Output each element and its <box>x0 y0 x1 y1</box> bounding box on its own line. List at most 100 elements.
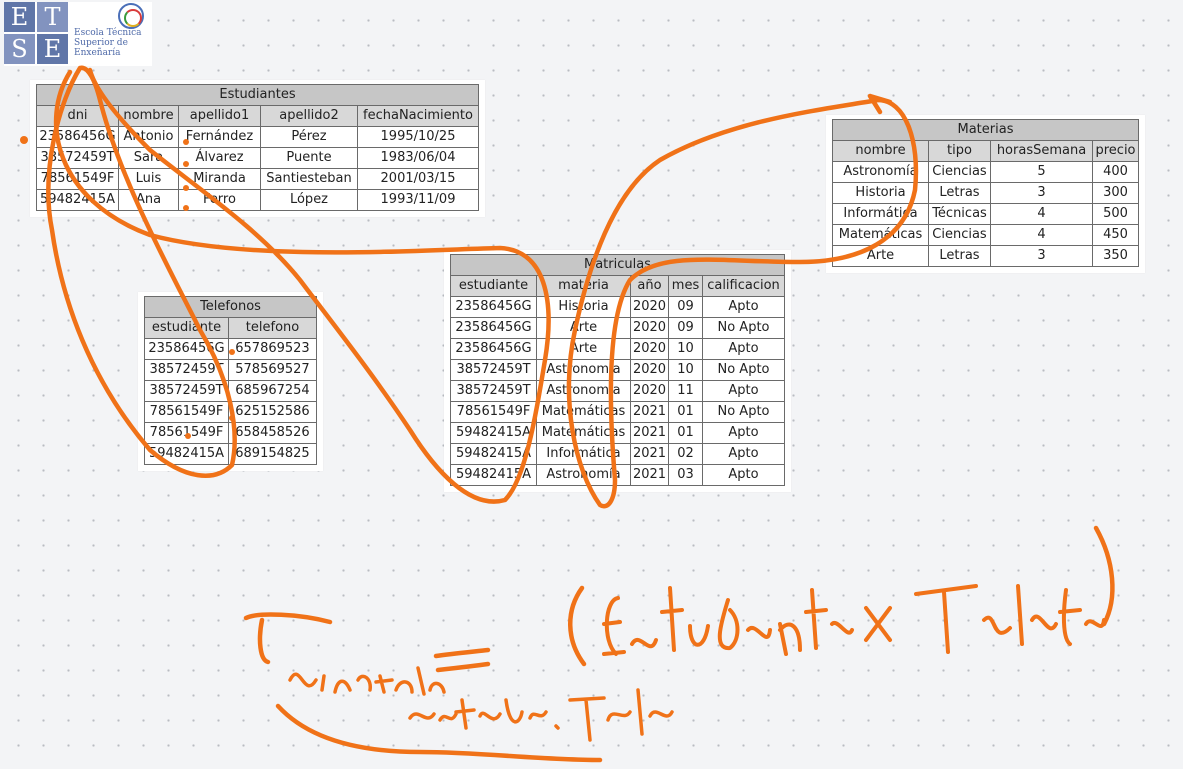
table-cell: 59482415A <box>36 189 119 211</box>
table-row: 23586456G Arte 2020 09 No Apto <box>450 317 785 339</box>
table-cell: 2021 <box>630 443 669 465</box>
table-cell: Apto <box>702 443 785 465</box>
school-name-line: Escola Técnica <box>74 28 142 38</box>
table-row: 38572459T Astronomía 2020 11 Apto <box>450 380 785 402</box>
school-name-line: Superior de <box>74 38 128 48</box>
table-cell: 2020 <box>630 317 669 339</box>
column-header: tipo <box>928 140 991 162</box>
table-cell: Astronomía <box>536 464 631 486</box>
column-header: nombre <box>118 105 179 127</box>
table-cell: López <box>260 189 358 211</box>
table-cell: 59482415A <box>450 464 537 486</box>
table-row: Astronomía Ciencias 5 400 <box>832 161 1139 183</box>
ink-stroke <box>433 647 491 673</box>
materias-table: Materias nombre tipo horasSemana precio … <box>832 119 1139 267</box>
table-cell: 1993/11/09 <box>357 189 479 211</box>
table-cell: Santiesteban <box>260 168 358 190</box>
table-cell: Miranda <box>178 168 261 190</box>
table-cell: 2020 <box>630 296 669 318</box>
table-cell: Álvarez <box>178 147 261 169</box>
table-cell: Fernández <box>178 126 261 148</box>
estudiantes-table: Estudiantes dni nombre apellido1 apellid… <box>36 84 479 211</box>
table-row: 23586456G 657869523 <box>144 338 317 360</box>
ink-stroke <box>1093 525 1115 627</box>
table-row: 38572459T 685967254 <box>144 380 317 402</box>
column-header: nombre <box>832 140 929 162</box>
etse-logo: E T S E Escola Técnica Superior de Enxeñ… <box>4 2 152 66</box>
table-cell: 2021 <box>630 401 669 423</box>
table-cell: Astronomía <box>536 359 631 381</box>
table-cell: 38572459T <box>450 359 537 381</box>
table-cell: 38572459T <box>144 380 229 402</box>
table-row: Matemáticas Ciencias 4 450 <box>832 224 1139 246</box>
table-title: Matriculas <box>450 254 785 276</box>
table-cell: 78561549F <box>36 168 119 190</box>
header-row: dni nombre apellido1 apellido2 fechaNaci… <box>36 105 479 127</box>
table-cell: Puente <box>260 147 358 169</box>
table-cell: 1995/10/25 <box>357 126 479 148</box>
header-row: nombre tipo horasSemana precio <box>832 140 1139 162</box>
table-cell: 1983/06/04 <box>357 147 479 169</box>
table-cell: 78561549F <box>450 401 537 423</box>
table-cell: 11 <box>668 380 703 402</box>
table-cell: Ciencias <box>928 224 991 246</box>
table-cell: 78561549F <box>144 422 229 444</box>
ink-stroke <box>243 612 333 665</box>
table-cell: 2020 <box>630 338 669 360</box>
table-cell: 09 <box>668 317 703 339</box>
table-row: 38572459T Astronomía 2020 10 No Apto <box>450 359 785 381</box>
table-row: 38572459T 578569527 <box>144 359 317 381</box>
table-cell: 02 <box>668 443 703 465</box>
table-cell: Letras <box>928 245 991 267</box>
logo-letter: S <box>4 34 35 64</box>
table-cell: 4 <box>990 224 1093 246</box>
ink-stroke <box>602 586 854 656</box>
table-row: 59482415A Astronomía 2021 03 Apto <box>450 464 785 486</box>
table-cell: Apto <box>702 338 785 360</box>
table-cell: Ana <box>118 189 179 211</box>
table-row: 59482415A 689154825 <box>144 443 317 465</box>
table-cell: 2001/03/15 <box>357 168 479 190</box>
column-header: fechaNacimiento <box>357 105 479 127</box>
table-cell: No Apto <box>702 359 785 381</box>
header-row: estudiante materia año mes calificacion <box>450 275 785 297</box>
table-cell: 689154825 <box>228 443 317 465</box>
table-row: 78561549F Luis Miranda Santiesteban 2001… <box>36 168 479 190</box>
table-cell: 03 <box>668 464 703 486</box>
table-cell: Apto <box>702 296 785 318</box>
table-cell: Apto <box>702 464 785 486</box>
table-row: 23586456G Antonio Fernández Pérez 1995/1… <box>36 126 479 148</box>
column-header: apellido2 <box>260 105 358 127</box>
table-row: 78561549F 625152586 <box>144 401 317 423</box>
table-row: 78561549F Matemáticas 2021 01 No Apto <box>450 401 785 423</box>
table-row: Historia Letras 3 300 <box>832 182 1139 204</box>
table-cell: 23586456G <box>450 317 537 339</box>
table-cell: Arte <box>536 317 631 339</box>
table-cell: 5 <box>990 161 1093 183</box>
table-row: 59482415A Matemáticas 2021 01 Apto <box>450 422 785 444</box>
table-row: 23586456G Historia 2020 09 Apto <box>450 296 785 318</box>
table-cell: 59482415A <box>144 443 229 465</box>
table-cell: Antonio <box>118 126 179 148</box>
table-cell: 38572459T <box>450 380 537 402</box>
table-row: Informática Técnicas 4 500 <box>832 203 1139 225</box>
table-cell: Astronomía <box>536 380 631 402</box>
ink-stroke <box>914 584 1106 654</box>
table-cell: Ferro <box>178 189 261 211</box>
table-cell: Ciencias <box>928 161 991 183</box>
table-cell: No Apto <box>702 401 785 423</box>
table-cell: 2021 <box>630 464 669 486</box>
column-header: mes <box>668 275 703 297</box>
header-row: estudiante telefono <box>144 317 317 339</box>
column-header: dni <box>36 105 119 127</box>
table-cell: Letras <box>928 182 991 204</box>
ink-stroke <box>867 93 893 115</box>
ink-dot <box>20 136 28 144</box>
table-cell: 01 <box>668 401 703 423</box>
telefonos-table: Telefonos estudiante telefono 23586456G 6… <box>144 296 317 465</box>
table-cell: 2020 <box>630 380 669 402</box>
table-cell: 59482415A <box>450 443 537 465</box>
column-header: horasSemana <box>990 140 1093 162</box>
table-cell: 657869523 <box>228 338 317 360</box>
school-emblem-icon <box>118 3 144 29</box>
